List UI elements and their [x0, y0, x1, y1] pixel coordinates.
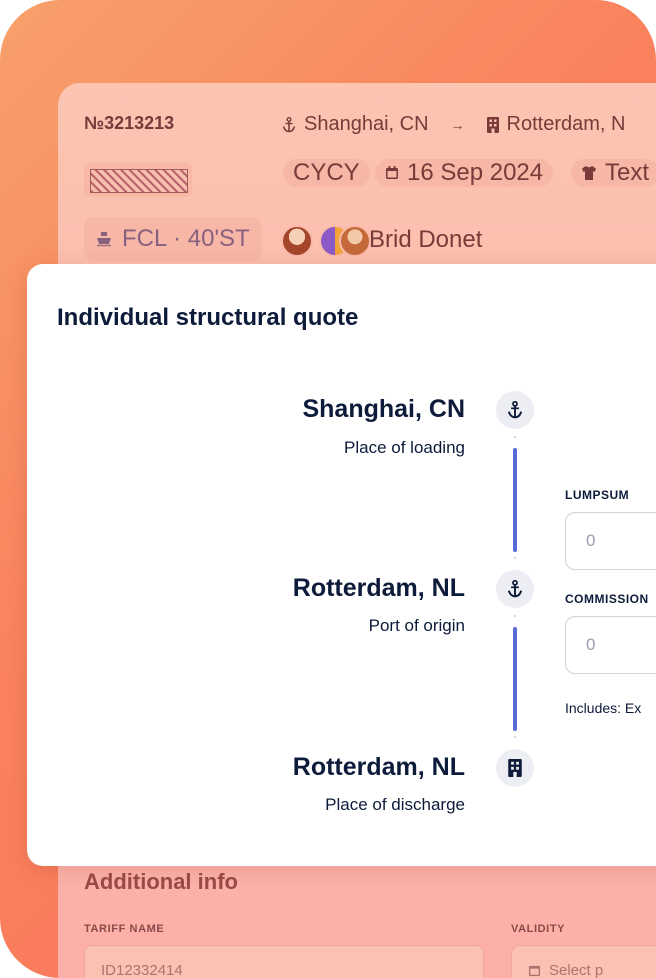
- stop-name: Rotterdam, NL: [292, 753, 465, 781]
- timeline-segment: [513, 627, 517, 731]
- lumpsum-label: LUMPSUM: [565, 488, 630, 502]
- anchor-icon: [496, 570, 534, 608]
- route-summary: Shanghai, CN → Rotterdam, N: [282, 113, 625, 136]
- stop-name: Shanghai, CN: [302, 395, 465, 423]
- date-chip: 16 Sep 2024: [375, 159, 554, 187]
- stop-role: Place of loading: [344, 438, 465, 457]
- stop-role: Port of origin: [368, 616, 465, 635]
- route-destination: Rotterdam, N: [506, 113, 626, 135]
- assignee-avatars[interactable]: [281, 225, 371, 257]
- arrow-right-icon: →: [450, 116, 465, 133]
- additional-info-title: Additional info: [84, 869, 238, 894]
- terms-chip: CYCY: [283, 159, 370, 187]
- anchor-icon: [282, 116, 296, 132]
- includes-note: Includes: Ex: [565, 700, 642, 716]
- route-origin: Shanghai, CN: [304, 113, 429, 135]
- container-type-chip: FCL · 40'ST: [84, 217, 262, 261]
- quote-modal: Individual structural quote Shanghai, CN…: [27, 264, 656, 866]
- order-id: №3213213: [84, 113, 175, 133]
- modal-title: Individual structural quote: [57, 304, 359, 331]
- commission-label: COMMISSION: [565, 592, 649, 606]
- tariff-name-input[interactable]: ID12332414: [84, 945, 484, 978]
- building-icon: [496, 749, 534, 787]
- tariff-name-label: TARIFF NAME: [84, 923, 165, 935]
- shirt-icon: [582, 166, 596, 180]
- commission-input[interactable]: 0: [565, 616, 656, 674]
- validity-label: VALIDITY: [511, 923, 566, 935]
- placeholder-image: [84, 163, 192, 197]
- calendar-icon: [528, 965, 541, 976]
- app-frame: №3213213 Shanghai, CN → Rotterdam, N CYC…: [0, 0, 656, 978]
- anchor-icon: [496, 391, 534, 429]
- validity-input[interactable]: Select p: [511, 945, 656, 978]
- stop-role: Place of discharge: [325, 795, 465, 814]
- lumpsum-input[interactable]: 0: [565, 512, 656, 570]
- stop-name: Rotterdam, NL: [292, 574, 465, 602]
- building-icon: [486, 116, 499, 133]
- timeline-dot: [514, 615, 516, 617]
- timeline-dot: [514, 436, 516, 438]
- assignee-name: Brid Donet: [369, 226, 483, 253]
- timeline-segment: [513, 448, 517, 552]
- timeline-dot: [514, 557, 516, 559]
- timeline-dot: [514, 736, 516, 738]
- avatar: [281, 225, 313, 257]
- calendar-icon: [386, 166, 398, 179]
- avatar: [339, 225, 371, 257]
- ship-icon: [96, 232, 112, 247]
- cargo-chip: Text: [571, 159, 656, 187]
